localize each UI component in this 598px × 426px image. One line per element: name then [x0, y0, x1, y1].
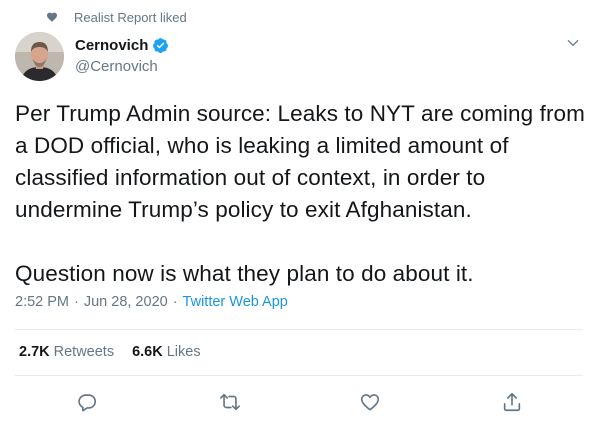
- share-icon[interactable]: [501, 391, 523, 413]
- tweet-source-link[interactable]: Twitter Web App: [183, 294, 288, 310]
- meta-separator: ·: [172, 294, 178, 310]
- tweet-text: Per Trump Admin source: Leaks to NYT are…: [15, 101, 586, 286]
- retweets-count: 2.7K: [19, 344, 50, 360]
- divider: [15, 375, 583, 376]
- divider: [15, 329, 583, 330]
- meta-separator: ·: [74, 294, 79, 310]
- author-block[interactable]: Cernovich @Cernovich: [75, 36, 169, 75]
- avatar-image: [15, 32, 64, 81]
- retweets-label: Retweets: [53, 344, 115, 360]
- author-handle[interactable]: @Cernovich: [75, 58, 169, 75]
- tweet-stats: 2.7K Retweets 6.6K Likes: [19, 344, 219, 360]
- verified-badge-icon: [153, 38, 169, 53]
- reply-icon[interactable]: [76, 391, 98, 413]
- avatar[interactable]: [15, 32, 64, 81]
- likes-stat[interactable]: 6.6K Likes: [132, 344, 201, 360]
- social-context: Realist Report liked: [47, 10, 187, 25]
- tweet: Realist Report liked Cernovich @Cernovic…: [0, 0, 598, 426]
- retweets-stat[interactable]: 2.7K Retweets: [19, 344, 114, 360]
- likes-count: 6.6K: [132, 344, 163, 360]
- tweet-meta: 2:52 PM · Jun 28, 2020 · Twitter Web App: [15, 294, 288, 310]
- tweet-time[interactable]: 2:52 PM: [15, 294, 69, 310]
- author-name[interactable]: Cernovich: [75, 37, 148, 54]
- tweet-date[interactable]: Jun 28, 2020: [84, 294, 168, 310]
- heart-icon: [47, 12, 57, 22]
- social-context-label[interactable]: Realist Report liked: [74, 10, 187, 25]
- retweet-icon[interactable]: [219, 391, 241, 413]
- likes-label: Likes: [166, 344, 201, 360]
- chevron-down-icon[interactable]: [566, 36, 580, 50]
- like-icon[interactable]: [359, 391, 381, 413]
